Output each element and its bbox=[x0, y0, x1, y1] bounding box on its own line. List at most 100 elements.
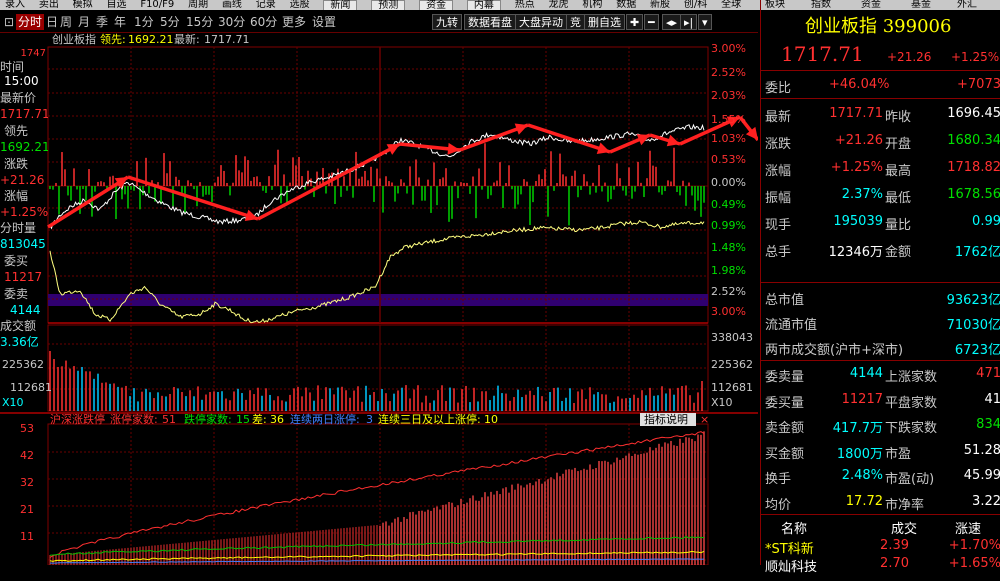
nav-arrows-icon[interactable]: ◂▸ bbox=[662, 14, 682, 30]
market-row-value: 93623亿 bbox=[946, 293, 1000, 308]
menu-item[interactable]: 卖出 bbox=[39, 0, 59, 10]
market-row-label: 总市值 bbox=[765, 293, 805, 308]
tab-15min[interactable]: 15分 bbox=[184, 14, 215, 30]
quote-row-label: 昨收 bbox=[885, 110, 912, 125]
menu-item[interactable]: 选股 bbox=[290, 0, 310, 10]
chevron-down-icon[interactable]: ▾ bbox=[698, 14, 712, 30]
change-label: 涨跌 bbox=[4, 157, 29, 171]
menu-button[interactable]: 新闻 bbox=[323, 0, 358, 10]
menu-item[interactable]: 热点 bbox=[515, 0, 535, 10]
quote-row-value: 1718.82 bbox=[947, 160, 1000, 175]
market-row-label: 两市成交额(沪市+深市) bbox=[765, 343, 904, 358]
indicator-help-label: 指标说明 bbox=[644, 412, 688, 426]
menu-button[interactable]: 内幕 bbox=[466, 0, 501, 10]
limit-up-label: 涨停家数: bbox=[110, 412, 158, 426]
menu-item[interactable]: 周期 bbox=[188, 0, 208, 10]
auction-button[interactable]: 竞 bbox=[566, 14, 585, 30]
tab-1min[interactable]: 1分 bbox=[132, 14, 156, 30]
tab-intraday[interactable]: 分时 bbox=[16, 14, 45, 30]
vol-axis-label: 225362 bbox=[711, 358, 753, 371]
tab-settings[interactable]: 设置 bbox=[310, 14, 338, 30]
nine-turn-button[interactable]: 九转 bbox=[432, 14, 462, 30]
stats-row-label: 市盈(动) bbox=[885, 472, 935, 487]
stats-row-value: 17.72 bbox=[845, 493, 883, 509]
price-axis-label: 0.53% bbox=[711, 153, 746, 166]
delete-watchlist-button[interactable]: 删自选 bbox=[584, 14, 625, 30]
menu-item[interactable]: 基金 bbox=[911, 0, 931, 10]
stats-row-label: 卖金额 bbox=[765, 421, 805, 436]
tab-more[interactable]: 更多 bbox=[280, 14, 308, 30]
limit-two-value: 3 bbox=[366, 413, 373, 426]
axis-highlight bbox=[48, 294, 708, 306]
menu-item[interactable]: 新股 bbox=[650, 0, 670, 10]
data-view-button[interactable]: 数据看盘 bbox=[464, 14, 516, 30]
quote-row-label: 涨幅 bbox=[765, 164, 792, 179]
sell-value: 4144 bbox=[10, 303, 41, 317]
stats-row-label: 市净率 bbox=[885, 497, 925, 513]
menu-item[interactable]: 创/科 bbox=[684, 0, 707, 10]
lead-line bbox=[49, 219, 705, 324]
stats-row-label: 均价 bbox=[765, 497, 792, 513]
tab-30min[interactable]: 30分 bbox=[216, 14, 247, 30]
quote-row: 现手 195039 量比 0.99 bbox=[761, 214, 1000, 239]
volume-bars bbox=[49, 351, 703, 411]
menu-item[interactable]: 龙虎 bbox=[549, 0, 569, 10]
quote-title: 创业板指 399006 bbox=[805, 12, 951, 38]
quote-row-label: 金额 bbox=[885, 245, 912, 260]
vol-axis-label: 338043 bbox=[711, 331, 753, 344]
stats-row-value: 41 bbox=[984, 391, 1000, 407]
menu-item[interactable]: 自选 bbox=[106, 0, 126, 10]
menu-item[interactable]: 数据 bbox=[616, 0, 636, 10]
stats-row-value: 471 bbox=[976, 366, 1000, 381]
tab-quarter[interactable]: 季 bbox=[94, 14, 110, 30]
market-alert-button[interactable]: 大盘异动 bbox=[515, 14, 567, 30]
list-header-price: 成交 bbox=[891, 522, 918, 537]
amount-label: 成交额 bbox=[0, 319, 37, 333]
tab-5min[interactable]: 5分 bbox=[158, 14, 182, 30]
tab-year[interactable]: 年 bbox=[112, 14, 128, 30]
stats-row: 买金额 1800万 市盈 51.28 bbox=[761, 443, 1000, 468]
vol-label: 分时量 bbox=[0, 221, 37, 235]
limit-three-label: 连续三日及以上涨停: bbox=[378, 412, 481, 426]
stats-row-label: 下跌家数 bbox=[885, 421, 938, 436]
menu-item[interactable]: 外汇 bbox=[957, 0, 977, 10]
trend-arrows bbox=[47, 115, 758, 229]
minus-icon[interactable]: ━ bbox=[644, 14, 659, 30]
list-item-price: 2.70 bbox=[880, 556, 909, 571]
vol-axis-label: X10 bbox=[711, 396, 733, 409]
stats-row-value: 51.28 bbox=[963, 442, 1000, 458]
tab-60min[interactable]: 60分 bbox=[248, 14, 279, 30]
tab-week[interactable]: 周 bbox=[58, 14, 74, 30]
menu-item[interactable]: 指数 bbox=[811, 0, 831, 10]
menu-item[interactable]: 录入 bbox=[5, 0, 25, 10]
price-axis-label: 1.55% bbox=[711, 113, 746, 126]
list-item[interactable]: 顺灿科技 2.70 +1.65% bbox=[761, 556, 1000, 581]
quote-panel: 板块 指数 资金 基金 外汇 创业板指 399006 1717.71 +21.2… bbox=[760, 0, 1000, 575]
menu-item[interactable]: 模拟 bbox=[73, 0, 93, 10]
quote-row-value: 1762亿 bbox=[954, 245, 1000, 260]
plus-icon[interactable]: ✚ bbox=[626, 14, 644, 30]
stats-row-label: 委卖量 bbox=[765, 370, 805, 385]
menu-item[interactable]: F10/F9 bbox=[140, 0, 174, 10]
intraday-chart[interactable]: 创业板指 领先: 1692.21 最新: 1717.71 1747 3.00%2… bbox=[0, 32, 758, 565]
quote-price: 1717.71 bbox=[781, 42, 864, 66]
market-row: 总市值 93623亿 bbox=[761, 289, 1000, 314]
tab-month[interactable]: 月 bbox=[76, 14, 92, 30]
tab-ledger-icon[interactable]: ⊡ bbox=[2, 14, 16, 30]
menu-item[interactable]: 全球 bbox=[721, 0, 741, 10]
quote-row-value: +1.25% bbox=[830, 160, 883, 175]
menu-item[interactable]: 记录 bbox=[256, 0, 276, 10]
menu-item[interactable]: 资金 bbox=[861, 0, 881, 10]
latest-value: 1717.71 bbox=[0, 107, 48, 121]
menu-button[interactable]: 预测 bbox=[371, 0, 406, 10]
jump-end-icon[interactable]: ▸| bbox=[680, 14, 698, 30]
close-icon[interactable]: × bbox=[700, 413, 709, 426]
stats-row: 委卖量 4144 上涨家数 471 bbox=[761, 366, 1000, 391]
menu-item[interactable]: 画线 bbox=[222, 0, 242, 10]
chart-lead-value: 1692.21 bbox=[128, 33, 174, 46]
menu-button[interactable]: 资金 bbox=[419, 0, 454, 10]
menu-item[interactable]: 机构 bbox=[582, 0, 602, 10]
menu-item[interactable]: 板块 bbox=[765, 0, 785, 10]
limit-diff-value: 36 bbox=[270, 413, 284, 426]
quote-row-label: 现手 bbox=[765, 218, 792, 233]
